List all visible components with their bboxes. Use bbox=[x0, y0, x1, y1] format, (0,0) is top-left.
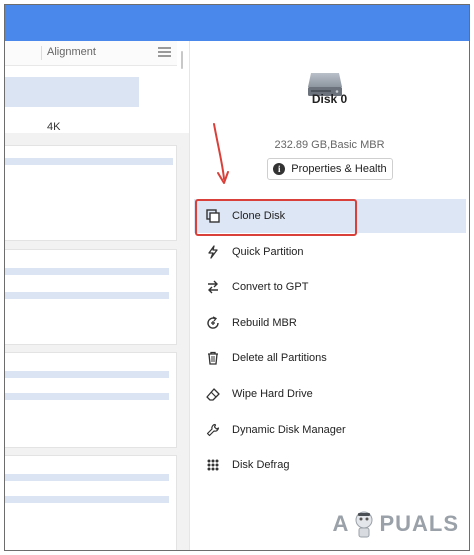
lightning-icon bbox=[206, 244, 220, 259]
disk-card[interactable] bbox=[5, 145, 177, 241]
disk-card[interactable] bbox=[5, 455, 177, 550]
menu-item-disk-defrag[interactable]: Disk Defrag bbox=[194, 448, 466, 482]
watermark-left: A bbox=[332, 511, 350, 536]
column-header: Alignment bbox=[5, 41, 177, 66]
usage-bar bbox=[5, 292, 169, 299]
info-icon: i bbox=[273, 163, 286, 175]
usage-bar bbox=[5, 158, 173, 165]
properties-health-button[interactable]: i Properties & Health bbox=[267, 158, 393, 180]
usage-bar bbox=[5, 474, 169, 481]
annotation-arrow-icon bbox=[213, 123, 229, 184]
wrench-icon bbox=[206, 423, 220, 437]
usage-bar bbox=[5, 268, 169, 275]
mascot-icon bbox=[355, 511, 373, 538]
menu-item-rebuild-mbr[interactable]: Rebuild MBR bbox=[194, 306, 466, 340]
usage-bar bbox=[5, 371, 169, 378]
eraser-icon bbox=[206, 387, 220, 401]
menu-item-label: Convert to GPT bbox=[232, 281, 309, 294]
disk-card[interactable] bbox=[5, 249, 177, 345]
watermark-right: PUALS bbox=[379, 511, 459, 536]
column-menu-icon[interactable] bbox=[158, 47, 171, 58]
menu-item-convert-to-gpt[interactable]: Convert to GPT bbox=[194, 270, 466, 304]
app-window: Alignment 4K Disk 0 232.89 GB,Basic MBR … bbox=[4, 4, 470, 551]
disk-card[interactable] bbox=[5, 352, 177, 448]
defrag-icon bbox=[206, 458, 220, 472]
column-separator[interactable] bbox=[41, 46, 42, 60]
partition-list-pane: Alignment 4K bbox=[5, 41, 190, 550]
menu-item-label: Rebuild MBR bbox=[232, 316, 297, 329]
disk-map-area bbox=[5, 133, 189, 550]
menu-item-quick-partition[interactable]: Quick Partition bbox=[194, 235, 466, 269]
title-bar bbox=[5, 5, 469, 41]
disk-operations-pane: Disk 0 232.89 GB,Basic MBR i Properties … bbox=[190, 41, 469, 550]
menu-item-wipe-hard-drive[interactable]: Wipe Hard Drive bbox=[194, 377, 466, 411]
vertical-scrollbar[interactable] bbox=[181, 51, 183, 69]
menu-item-delete-all-partitions[interactable]: Delete all Partitions bbox=[194, 341, 466, 375]
menu-item-dynamic-disk-manager[interactable]: Dynamic Disk Manager bbox=[194, 413, 466, 447]
menu-item-label: Dynamic Disk Manager bbox=[232, 423, 346, 436]
alignment-value: 4K bbox=[47, 121, 61, 133]
disk-info: 232.89 GB,Basic MBR bbox=[274, 139, 385, 151]
properties-health-label: Properties & Health bbox=[291, 163, 387, 175]
disk-name: Disk 0 bbox=[311, 92, 348, 106]
watermark: A PUALS bbox=[333, 510, 459, 538]
alignment-column-header[interactable]: Alignment bbox=[47, 46, 96, 58]
menu-item-label: Delete all Partitions bbox=[232, 352, 327, 365]
usage-bar bbox=[5, 393, 169, 400]
selected-partition-row[interactable] bbox=[5, 77, 139, 107]
menu-item-label: Quick Partition bbox=[232, 245, 304, 258]
convert-arrows-icon bbox=[206, 280, 220, 294]
clone-disk-highlight bbox=[195, 199, 357, 236]
rebuild-icon bbox=[206, 316, 220, 330]
menu-item-label: Wipe Hard Drive bbox=[232, 388, 313, 400]
trash-icon bbox=[206, 351, 220, 366]
usage-bar bbox=[5, 496, 169, 503]
menu-item-label: Disk Defrag bbox=[232, 459, 290, 472]
